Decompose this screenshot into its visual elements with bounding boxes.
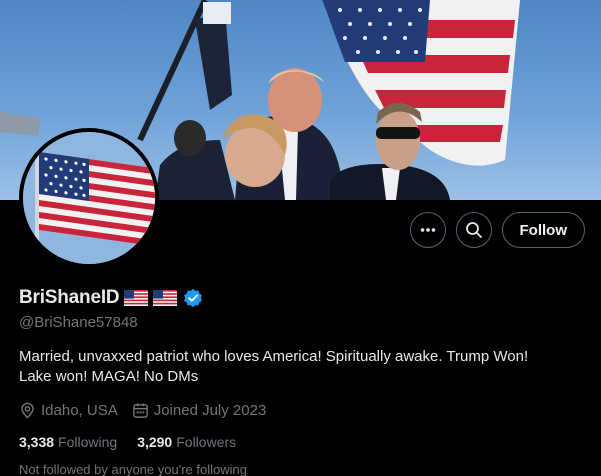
search-button[interactable]	[455, 212, 492, 248]
avatar[interactable]	[19, 128, 159, 268]
followers-count: 3,290	[137, 434, 173, 450]
mutual-followers-text: Not followed by anyone you're following	[19, 462, 247, 476]
search-icon	[465, 222, 482, 238]
follow-button[interactable]: Follow	[501, 212, 585, 248]
us-flag-emoji-icon	[153, 290, 178, 306]
location-item: Idaho, USA	[19, 402, 118, 419]
joined-text: Joined July 2023	[153, 401, 267, 419]
more-button[interactable]	[409, 212, 446, 248]
us-flag-emoji-icon	[124, 290, 149, 306]
profile-actions: Follow	[409, 212, 585, 248]
profile-meta: Idaho, USA Joined July 2023	[19, 400, 584, 420]
profile-bio: Married, unvaxxed patriot who loves Amer…	[19, 348, 529, 385]
avatar-flag-image	[23, 132, 155, 264]
calendar-icon	[132, 402, 148, 418]
joined-item: Joined July 2023	[132, 401, 267, 419]
following-count: 3,338	[19, 434, 55, 450]
user-handle: @BriShane57848	[19, 314, 138, 331]
name-row: BriShaneID	[19, 286, 584, 310]
following-link[interactable]: 3,338 Following	[19, 434, 117, 450]
display-name: BriShaneID	[19, 287, 120, 308]
follow-counts: 3,338 Following 3,290 Followers	[19, 432, 584, 452]
more-icon	[420, 228, 435, 232]
followers-label: Followers	[176, 434, 237, 450]
verified-badge-icon[interactable]	[183, 288, 203, 308]
followers-link[interactable]: 3,290 Followers	[137, 434, 236, 450]
location-pin-icon	[21, 402, 34, 419]
profile-info: BriShaneID @BriShane57848 Married, unvax…	[19, 286, 584, 476]
location-text: Idaho, USA	[41, 401, 118, 419]
following-label: Following	[58, 434, 118, 450]
